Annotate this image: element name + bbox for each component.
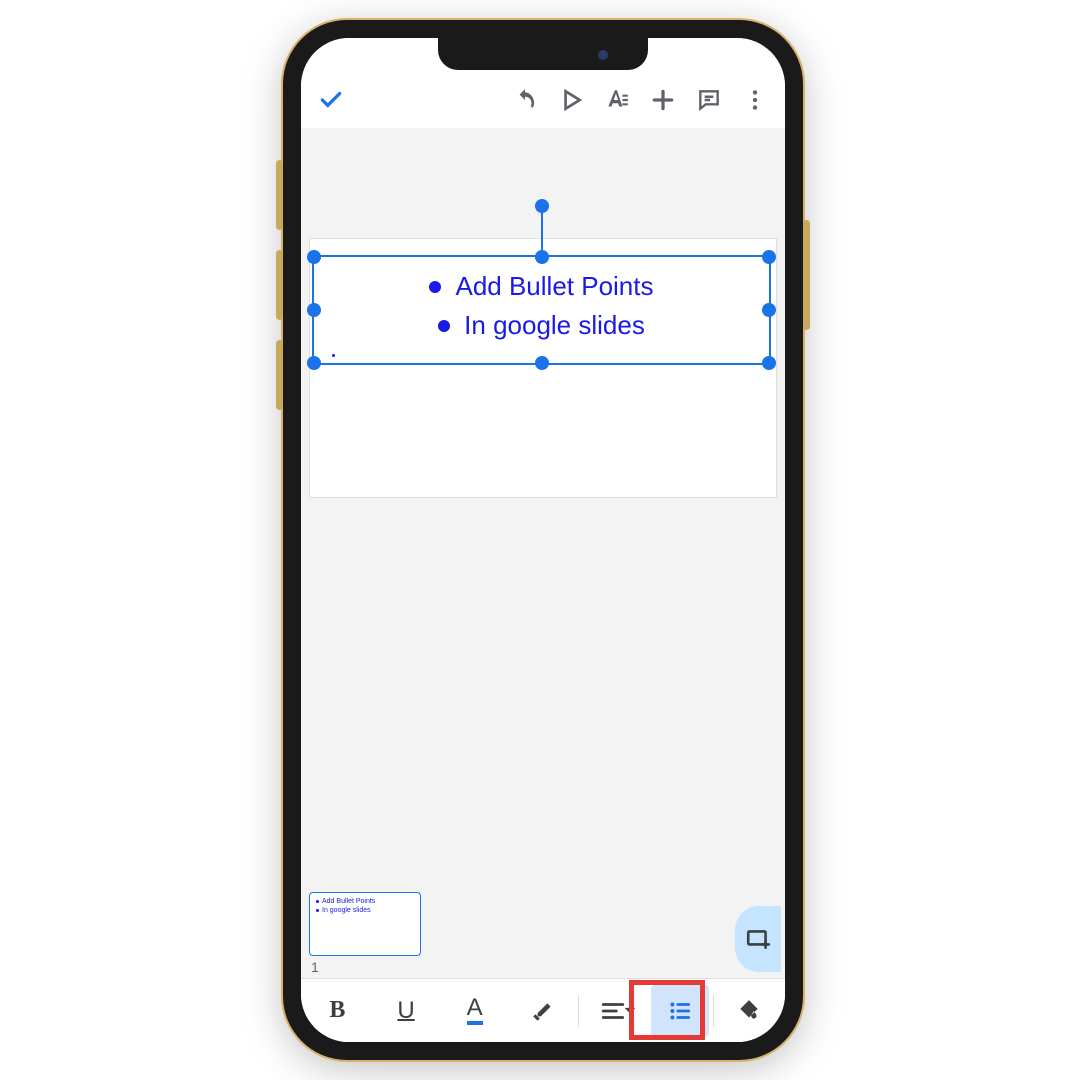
bold-icon: B bbox=[329, 997, 345, 1024]
text-format-icon bbox=[604, 87, 630, 113]
resize-handle-ml[interactable] bbox=[307, 303, 321, 317]
bulleted-list-button[interactable] bbox=[651, 985, 709, 1037]
resize-handle-mr[interactable] bbox=[762, 303, 776, 317]
comment-button[interactable] bbox=[687, 78, 731, 122]
bullet-dot-icon bbox=[429, 281, 441, 293]
play-icon bbox=[558, 87, 584, 113]
text-caret bbox=[332, 354, 335, 357]
bullet-text-2: In google slides bbox=[464, 306, 645, 345]
more-vert-icon bbox=[742, 87, 768, 113]
resize-handle-tm[interactable] bbox=[535, 250, 549, 264]
slide-number: 1 bbox=[311, 959, 777, 975]
text-color-icon: A bbox=[467, 996, 483, 1025]
align-button[interactable] bbox=[579, 985, 648, 1037]
bulleted-list-icon bbox=[667, 998, 693, 1024]
highlighter-icon bbox=[530, 998, 556, 1024]
insert-button[interactable] bbox=[641, 78, 685, 122]
thumb-line-1: Add Bullet Points bbox=[316, 897, 414, 906]
resize-handle-br[interactable] bbox=[762, 356, 776, 370]
bold-button[interactable]: B bbox=[303, 985, 372, 1037]
resize-handle-tr[interactable] bbox=[762, 250, 776, 264]
highlighter-button[interactable] bbox=[509, 985, 578, 1037]
done-button[interactable] bbox=[309, 78, 353, 122]
bullet-list[interactable]: Add Bullet Points In google slides bbox=[314, 257, 769, 355]
underline-button[interactable]: U bbox=[372, 985, 441, 1037]
present-button[interactable] bbox=[549, 78, 593, 122]
check-icon bbox=[318, 87, 344, 113]
resize-handle-bm[interactable] bbox=[535, 356, 549, 370]
slide[interactable]: Add Bullet Points In google slides bbox=[309, 238, 777, 498]
bullet-text-1: Add Bullet Points bbox=[455, 267, 653, 306]
bullet-dot-icon bbox=[438, 320, 450, 332]
format-bar: B U A bbox=[301, 978, 785, 1042]
resize-handle-bl[interactable] bbox=[307, 356, 321, 370]
underline-icon: U bbox=[397, 997, 414, 1025]
phone-screen: Add Bullet Points In google slides Add B… bbox=[301, 38, 785, 1042]
slide-canvas[interactable]: Add Bullet Points In google slides Add B… bbox=[301, 128, 785, 1042]
text-color-button[interactable]: A bbox=[440, 985, 509, 1037]
new-slide-button[interactable] bbox=[735, 906, 781, 972]
top-toolbar bbox=[301, 72, 785, 128]
chevron-down-icon bbox=[617, 997, 643, 1023]
phone-notch bbox=[438, 38, 648, 70]
paint-bucket-icon bbox=[736, 998, 762, 1024]
new-slide-icon bbox=[745, 926, 771, 952]
phone-frame: Add Bullet Points In google slides Add B… bbox=[283, 20, 803, 1060]
resize-handle-tl[interactable] bbox=[307, 250, 321, 264]
undo-icon bbox=[512, 87, 538, 113]
comment-icon bbox=[696, 87, 722, 113]
slide-thumbnail-1[interactable]: Add Bullet Points In google slides bbox=[309, 892, 421, 956]
selected-textbox[interactable]: Add Bullet Points In google slides bbox=[312, 255, 771, 365]
plus-icon bbox=[650, 87, 676, 113]
more-button[interactable] bbox=[733, 78, 777, 122]
text-format-button[interactable] bbox=[595, 78, 639, 122]
bullet-line-2[interactable]: In google slides bbox=[340, 306, 743, 345]
slide-thumbnails: Add Bullet Points In google slides 1 bbox=[301, 888, 785, 978]
thumb-line-2: In google slides bbox=[316, 906, 414, 915]
bullet-line-1[interactable]: Add Bullet Points bbox=[340, 267, 743, 306]
fill-color-button[interactable] bbox=[714, 985, 783, 1037]
undo-button[interactable] bbox=[503, 78, 547, 122]
